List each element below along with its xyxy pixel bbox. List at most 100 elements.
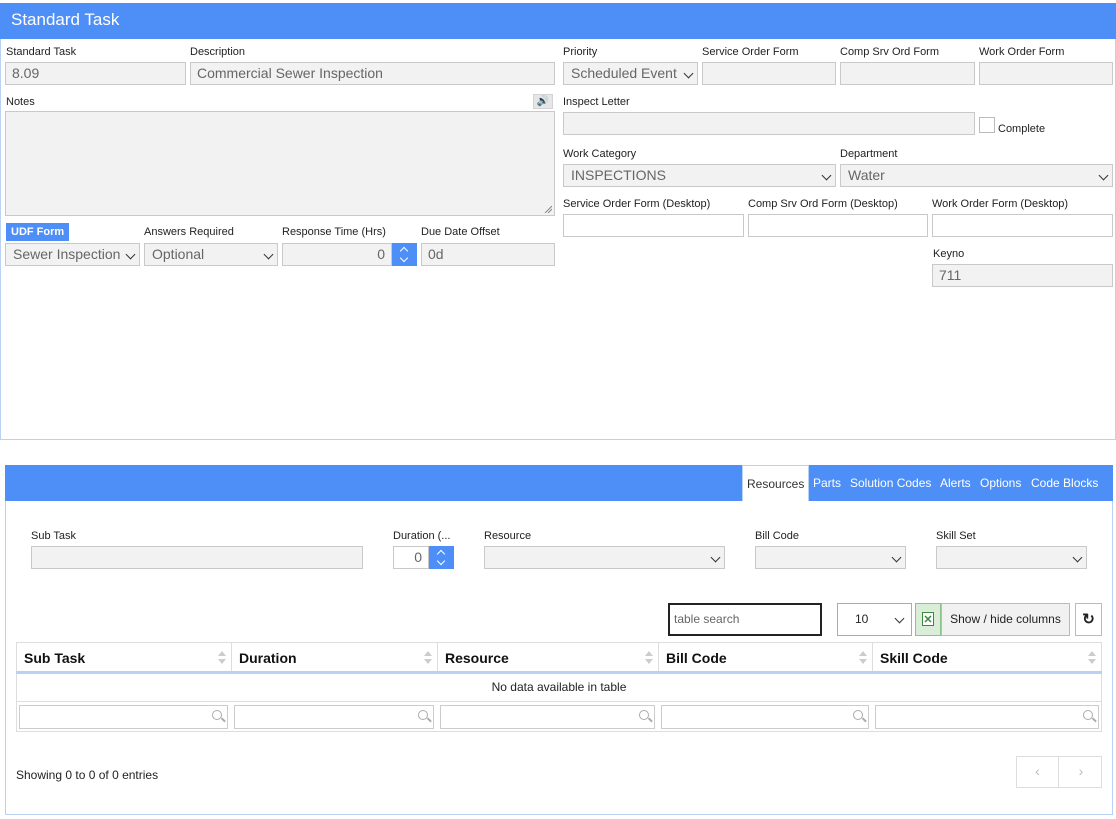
department-select[interactable]: Water bbox=[840, 164, 1113, 187]
tab-resources[interactable]: Resources bbox=[742, 465, 810, 501]
priority-value: Scheduled Event bbox=[571, 65, 677, 81]
work-order-form-desktop-label: Work Order Form (Desktop) bbox=[932, 198, 1069, 210]
column-header-bill-code[interactable]: Bill Code bbox=[658, 642, 872, 672]
filter-resource-input[interactable] bbox=[440, 705, 655, 729]
skill-set-select[interactable] bbox=[936, 546, 1087, 569]
answers-required-value: Optional bbox=[152, 246, 205, 262]
chevron-down-icon bbox=[1072, 552, 1083, 563]
panel-header: Standard Task bbox=[0, 3, 1116, 39]
tab-options[interactable]: Options bbox=[980, 465, 1021, 501]
search-icon bbox=[418, 710, 428, 720]
bill-code-label: Bill Code bbox=[755, 530, 800, 542]
inspect-letter-input[interactable] bbox=[563, 112, 975, 135]
column-header-sub-task[interactable]: Sub Task bbox=[16, 642, 231, 672]
work-order-form-label: Work Order Form bbox=[979, 46, 1065, 58]
column-header-label: Sub Task bbox=[24, 650, 86, 666]
complete-label: Complete bbox=[998, 123, 1046, 135]
comp-srv-ord-form-label: Comp Srv Ord Form bbox=[840, 46, 940, 58]
chevron-down-icon bbox=[821, 170, 832, 181]
duration-input[interactable]: 0 bbox=[393, 546, 429, 569]
response-time-stepper[interactable] bbox=[392, 243, 417, 266]
chevron-down-icon bbox=[263, 249, 274, 260]
chevron-down-icon bbox=[125, 249, 136, 260]
keyno-label: Keyno bbox=[933, 248, 965, 260]
column-header-resource[interactable]: Resource bbox=[437, 642, 658, 672]
page-length-value: 10 bbox=[855, 612, 869, 626]
sub-task-input[interactable] bbox=[31, 546, 363, 569]
sort-icon bbox=[645, 651, 653, 665]
chevron-down-icon bbox=[710, 552, 721, 563]
tab-code-blocks[interactable]: Code Blocks bbox=[1031, 465, 1098, 501]
tab-alerts[interactable]: Alerts bbox=[940, 465, 971, 501]
standard-task-label: Standard Task bbox=[6, 46, 77, 58]
response-time-label: Response Time (Hrs) bbox=[282, 226, 386, 238]
page-length-select[interactable]: 10 bbox=[837, 603, 912, 636]
chevron-down-icon bbox=[894, 613, 905, 624]
duration-stepper[interactable] bbox=[429, 546, 454, 569]
resource-select[interactable] bbox=[484, 546, 725, 569]
udf-form-button[interactable]: UDF Form bbox=[6, 223, 70, 241]
previous-page-button[interactable]: ‹ bbox=[1017, 757, 1059, 787]
resize-grip-icon[interactable] bbox=[544, 205, 552, 213]
column-header-label: Resource bbox=[445, 650, 509, 666]
chevron-down-icon bbox=[891, 552, 902, 563]
description-label: Description bbox=[190, 46, 246, 58]
sort-icon bbox=[424, 651, 432, 665]
reset-icon: ↻ bbox=[1082, 611, 1095, 628]
filter-duration-input[interactable] bbox=[234, 705, 434, 729]
udf-form-select[interactable]: Sewer Inspection bbox=[5, 243, 140, 266]
filter-skill-code-input[interactable] bbox=[875, 705, 1099, 729]
tab-solution-codes[interactable]: Solution Codes bbox=[850, 465, 931, 501]
speaker-button[interactable]: 🔊 bbox=[533, 94, 553, 109]
pagination: ‹ › bbox=[1016, 756, 1102, 788]
udf-form-value: Sewer Inspection bbox=[13, 246, 121, 262]
inspect-letter-label: Inspect Letter bbox=[563, 96, 630, 108]
notes-textarea[interactable] bbox=[5, 111, 555, 216]
search-icon bbox=[639, 710, 649, 720]
comp-srv-ord-form-desktop-label: Comp Srv Ord Form (Desktop) bbox=[748, 198, 898, 210]
standard-task-input[interactable]: 8.09 bbox=[5, 62, 186, 85]
work-order-form-desktop-input[interactable] bbox=[932, 214, 1113, 237]
work-category-value: INSPECTIONS bbox=[571, 167, 666, 183]
service-order-form-desktop-input[interactable] bbox=[563, 214, 744, 237]
duration-label: Duration (... bbox=[393, 530, 451, 542]
next-page-button[interactable]: › bbox=[1060, 757, 1102, 787]
column-header-duration[interactable]: Duration bbox=[231, 642, 437, 672]
description-input[interactable]: Commercial Sewer Inspection bbox=[190, 62, 555, 85]
department-label: Department bbox=[840, 148, 898, 160]
comp-srv-ord-form-desktop-input[interactable] bbox=[748, 214, 928, 237]
service-order-form-input[interactable] bbox=[702, 62, 836, 85]
comp-srv-ord-form-input[interactable] bbox=[840, 62, 975, 85]
chevron-down-icon bbox=[399, 253, 409, 263]
tab-parts[interactable]: Parts bbox=[813, 465, 841, 501]
sub-tasks-panel bbox=[5, 465, 1113, 815]
bill-code-select[interactable] bbox=[755, 546, 906, 569]
reset-button[interactable]: ↻ bbox=[1075, 603, 1102, 636]
due-date-offset-input[interactable]: 0d bbox=[421, 243, 555, 266]
work-category-select[interactable]: INSPECTIONS bbox=[563, 164, 836, 187]
column-header-label: Duration bbox=[239, 650, 297, 666]
notes-label: Notes bbox=[6, 96, 35, 108]
complete-checkbox[interactable] bbox=[979, 117, 995, 133]
work-category-label: Work Category bbox=[563, 148, 637, 160]
response-time-input[interactable]: 0 bbox=[282, 243, 392, 266]
chevron-down-icon bbox=[683, 68, 694, 79]
answers-required-select[interactable]: Optional bbox=[144, 243, 278, 266]
table-info: Showing 0 to 0 of 0 entries bbox=[16, 768, 159, 782]
filter-sub-task-input[interactable] bbox=[19, 705, 228, 729]
filter-bill-code-input[interactable] bbox=[661, 705, 869, 729]
excel-export-button[interactable] bbox=[915, 603, 941, 636]
empty-table-message: No data available in table bbox=[16, 674, 1102, 702]
search-icon bbox=[1083, 710, 1093, 720]
table-search-input[interactable]: table search bbox=[668, 603, 822, 636]
keyno-input[interactable]: 711 bbox=[932, 264, 1113, 287]
column-header-label: Bill Code bbox=[666, 650, 727, 666]
work-order-form-input[interactable] bbox=[979, 62, 1113, 85]
sub-task-label: Sub Task bbox=[31, 530, 77, 542]
show-hide-columns-button[interactable]: Show / hide columns bbox=[941, 603, 1070, 636]
excel-icon bbox=[922, 612, 934, 626]
priority-select[interactable]: Scheduled Event bbox=[563, 62, 698, 85]
column-header-label: Skill Code bbox=[880, 650, 948, 666]
column-header-skill-code[interactable]: Skill Code bbox=[872, 642, 1102, 672]
skill-set-label: Skill Set bbox=[936, 530, 976, 542]
